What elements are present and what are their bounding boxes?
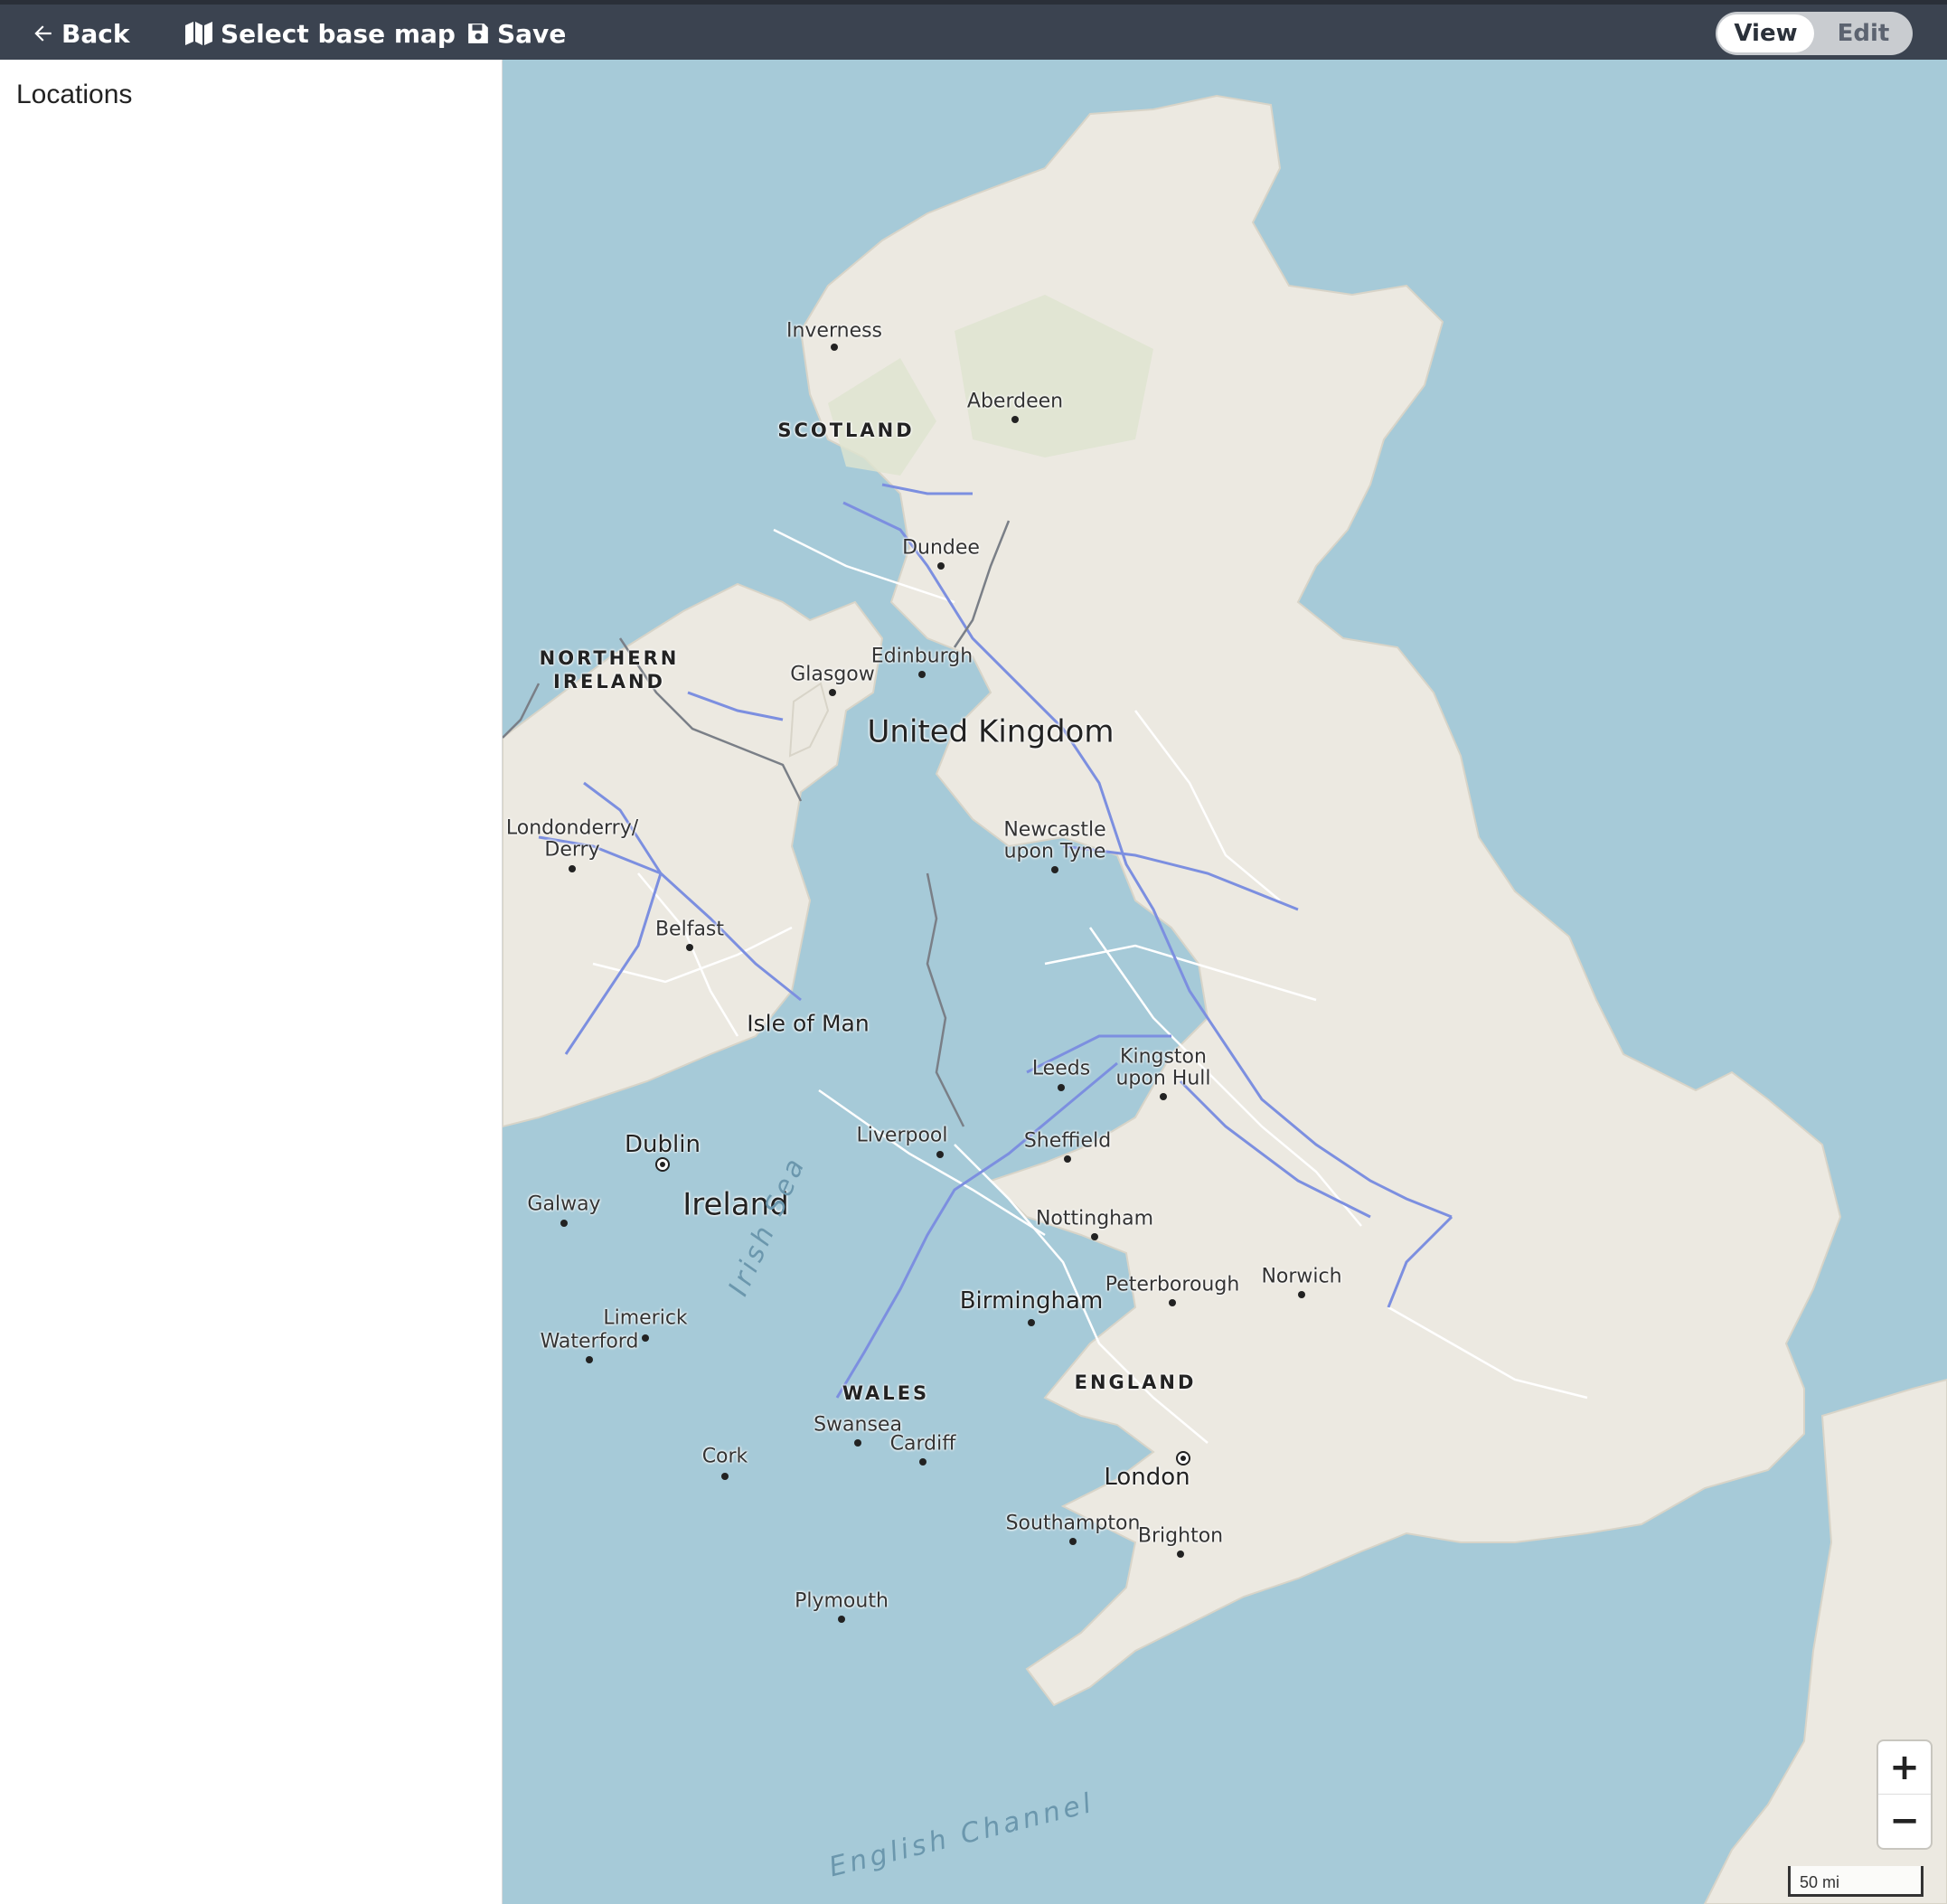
city-marker-newcastle[interactable] (1051, 866, 1058, 873)
city-marker-norwich[interactable] (1298, 1291, 1305, 1298)
city-label-london: London (1104, 1464, 1190, 1491)
zoom-control: + − (1878, 1741, 1931, 1848)
city-marker-leeds[interactable] (1058, 1084, 1065, 1091)
map-icon (184, 21, 213, 46)
city-marker-belfast[interactable] (686, 944, 693, 951)
sidebar-title: Locations (16, 80, 133, 109)
region-label-northern-ireland-2: IRELAND (553, 671, 665, 693)
city-label-dundee: Dundee (902, 536, 980, 560)
city-label-liverpool: Liverpool (856, 1124, 948, 1147)
region-label-wales: WALES (842, 1382, 930, 1404)
city-label-hull-1: Kingston (1120, 1045, 1207, 1069)
city-marker-sheffield[interactable] (1064, 1155, 1071, 1163)
city-label-dublin: Dublin (625, 1131, 701, 1158)
select-base-map-button[interactable]: Select base map (184, 15, 456, 52)
city-label-hull-2: upon Hull (1115, 1067, 1211, 1090)
city-label-belfast: Belfast (654, 918, 725, 941)
city-marker-southampton[interactable] (1069, 1538, 1077, 1545)
city-label-newcastle-1: Newcastle (1003, 818, 1106, 842)
save-button[interactable]: Save (466, 15, 566, 52)
city-marker-derry[interactable] (569, 865, 576, 872)
view-edit-toggle: View Edit (1716, 12, 1913, 55)
city-marker-galway[interactable] (560, 1220, 568, 1227)
edit-mode-button[interactable]: Edit (1814, 12, 1913, 55)
zoom-in-button[interactable]: + (1878, 1741, 1931, 1795)
map-canvas[interactable]: United Kingdom Ireland SCOTLAND NORTHERN… (503, 60, 1947, 1904)
city-marker-waterford[interactable] (586, 1356, 593, 1363)
island-label-isle-of-man: Isle of Man (747, 1010, 870, 1037)
city-label-newcastle-2: upon Tyne (1003, 840, 1106, 863)
country-label-uk: United Kingdom (868, 714, 1115, 749)
city-label-sheffield: Sheffield (1023, 1129, 1112, 1153)
top-toolbar: Back Select base map Save View Edit (0, 0, 1947, 60)
scale-bar: 50 mi (1788, 1866, 1923, 1897)
locations-sidebar: Locations (0, 60, 503, 1904)
city-label-galway: Galway (527, 1192, 601, 1216)
region-label-england: ENGLAND (1074, 1371, 1197, 1393)
city-marker-nottingham[interactable] (1091, 1233, 1098, 1240)
city-label-nottingham: Nottingham (1035, 1207, 1154, 1230)
city-marker-cardiff[interactable] (919, 1458, 926, 1466)
city-label-glasgow: Glasgow (790, 663, 875, 686)
city-label-derry-1: Londonderry/ (505, 816, 639, 840)
city-marker-dublin[interactable] (655, 1157, 670, 1172)
region-label-northern-ireland-1: NORTHERN (539, 647, 680, 669)
city-label-peterborough: Peterborough (1105, 1273, 1240, 1296)
city-label-waterford: Waterford (540, 1330, 639, 1353)
city-label-cardiff: Cardiff (889, 1432, 956, 1456)
city-marker-hull[interactable] (1160, 1093, 1167, 1100)
city-label-brighton: Brighton (1137, 1524, 1224, 1548)
back-label: Back (61, 18, 130, 49)
city-label-aberdeen: Aberdeen (966, 390, 1064, 413)
city-marker-glasgow[interactable] (829, 689, 836, 696)
view-mode-button[interactable]: View (1717, 14, 1814, 52)
country-label-uk-text: United Kingdom (867, 713, 1115, 750)
city-marker-birmingham[interactable] (1028, 1319, 1035, 1326)
city-marker-cork[interactable] (721, 1473, 729, 1480)
city-label-plymouth: Plymouth (795, 1589, 889, 1613)
save-label: Save (497, 18, 567, 49)
city-marker-inverness[interactable] (831, 344, 838, 351)
city-marker-liverpool[interactable] (936, 1151, 944, 1158)
city-marker-dundee[interactable] (937, 562, 945, 570)
city-marker-limerick[interactable] (642, 1334, 649, 1342)
city-label-swansea: Swansea (814, 1413, 902, 1437)
region-label-scotland: SCOTLAND (777, 419, 915, 441)
city-label-leeds: Leeds (1031, 1057, 1091, 1080)
city-marker-peterborough[interactable] (1169, 1299, 1176, 1306)
city-label-inverness: Inverness (785, 319, 883, 343)
city-marker-swansea[interactable] (854, 1439, 861, 1447)
city-marker-brighton[interactable] (1177, 1551, 1184, 1558)
city-marker-edinburgh[interactable] (918, 671, 926, 678)
arrow-left-icon (31, 22, 54, 45)
floppy-disk-icon (466, 22, 490, 45)
select-base-map-label: Select base map (221, 18, 456, 49)
city-label-limerick: Limerick (603, 1306, 688, 1330)
city-label-southampton: Southampton (1005, 1512, 1141, 1535)
back-button[interactable]: Back (31, 15, 129, 52)
city-label-birmingham: Birmingham (959, 1287, 1104, 1315)
city-label-norwich: Norwich (1261, 1265, 1342, 1288)
city-label-derry-2: Derry (544, 838, 600, 862)
city-marker-aberdeen[interactable] (1011, 416, 1019, 423)
city-label-cork: Cork (701, 1445, 748, 1468)
zoom-out-button[interactable]: − (1878, 1795, 1931, 1847)
city-label-edinburgh: Edinburgh (870, 645, 974, 668)
city-marker-plymouth[interactable] (838, 1616, 845, 1623)
basemap-tiles (503, 94, 1947, 1904)
